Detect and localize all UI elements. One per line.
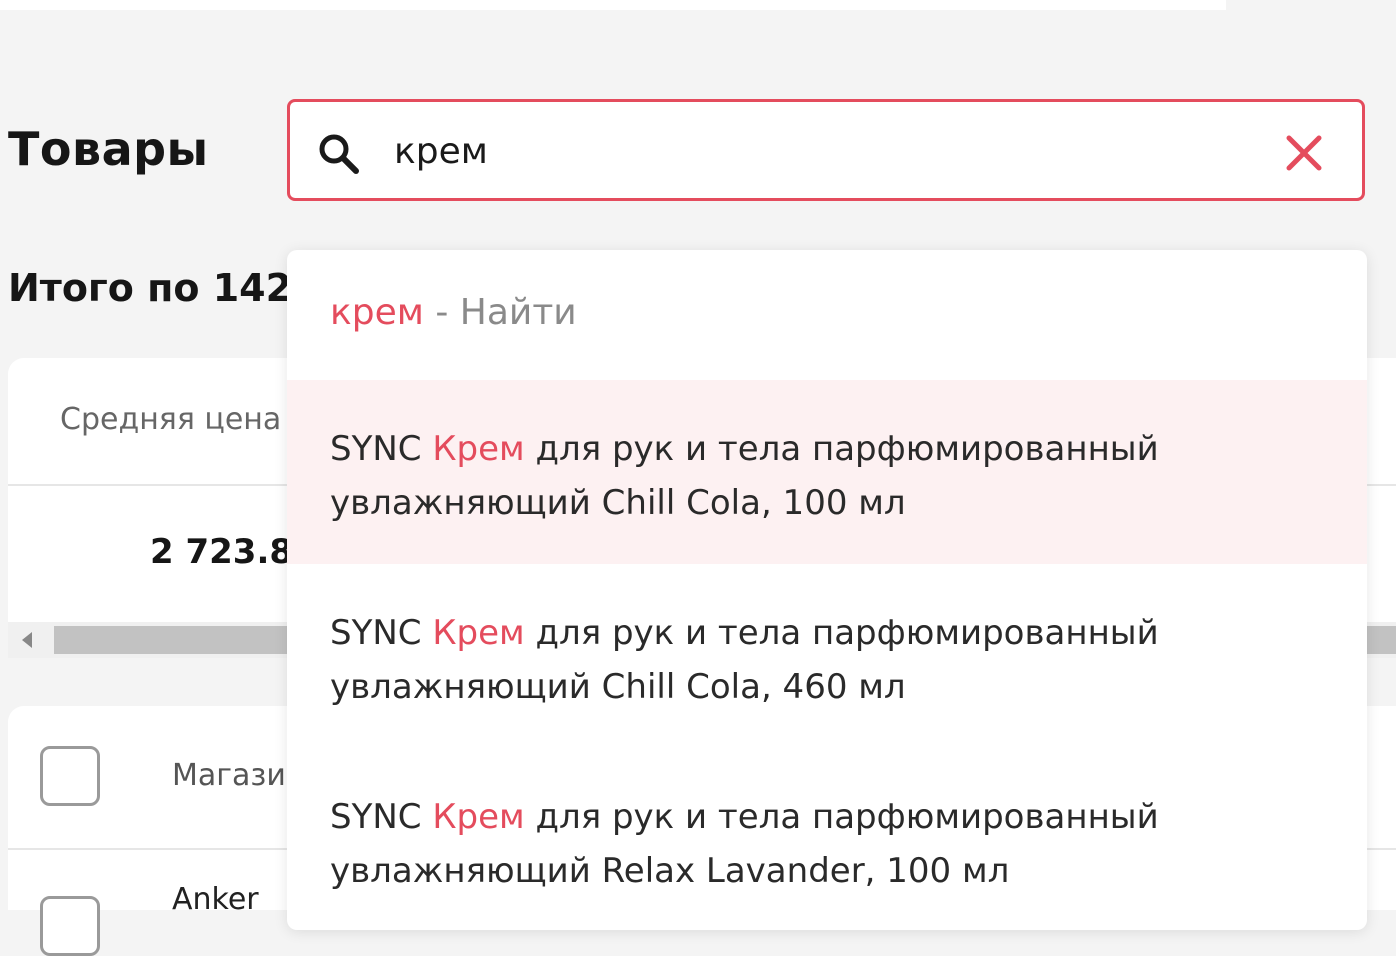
find-separator: - xyxy=(423,292,460,333)
suggestion-text: SYNC Крем для рук и тела парфюмированный… xyxy=(330,606,1320,714)
suggestion-text: SYNC Крем для рук и тела парфюмированный… xyxy=(330,790,1320,898)
search-icon xyxy=(319,134,359,174)
suggestion-item[interactable]: SYNC Крем для рук и тела парфюмированный… xyxy=(287,564,1367,748)
find-action: Найти xyxy=(459,292,577,333)
search-find-option[interactable]: крем - Найти xyxy=(287,250,1367,380)
stats-header-average-price: Средняя цена xyxy=(60,402,282,437)
suggestion-item[interactable]: SYNC Крем для рук и тела парфюмированный… xyxy=(287,748,1367,930)
page-title: Товары xyxy=(8,122,209,176)
stats-value-average-price: 2 723.8 xyxy=(150,532,294,572)
top-strip xyxy=(0,0,1226,10)
find-query: крем xyxy=(330,292,424,333)
close-icon[interactable] xyxy=(1286,135,1322,171)
column-header-store[interactable]: Магазин xyxy=(172,758,305,793)
search-box[interactable] xyxy=(287,99,1365,201)
totals-title: Итого по 142 xyxy=(8,266,293,310)
row-checkbox[interactable] xyxy=(40,896,100,956)
select-all-checkbox[interactable] xyxy=(40,746,100,806)
suggestion-item[interactable]: SYNC Крем для рук и тела парфюмированный… xyxy=(287,380,1367,564)
find-option-text: крем - Найти xyxy=(330,292,577,333)
suggestion-match: Крем xyxy=(432,797,525,837)
suggestion-prefix: SYNC xyxy=(330,429,433,469)
suggestion-prefix: SYNC xyxy=(330,797,433,837)
table-cell-store: Anker xyxy=(172,882,259,917)
suggestion-match: Крем xyxy=(432,429,525,469)
suggestion-text: SYNC Крем для рук и тела парфюмированный… xyxy=(330,422,1320,530)
search-input[interactable] xyxy=(394,126,1254,176)
suggestion-match: Крем xyxy=(432,613,525,653)
scroll-left-arrow-icon[interactable] xyxy=(22,632,32,648)
suggestion-prefix: SYNC xyxy=(330,613,433,653)
search-suggestions-dropdown: крем - Найти SYNC Крем для рук и тела па… xyxy=(287,250,1367,930)
